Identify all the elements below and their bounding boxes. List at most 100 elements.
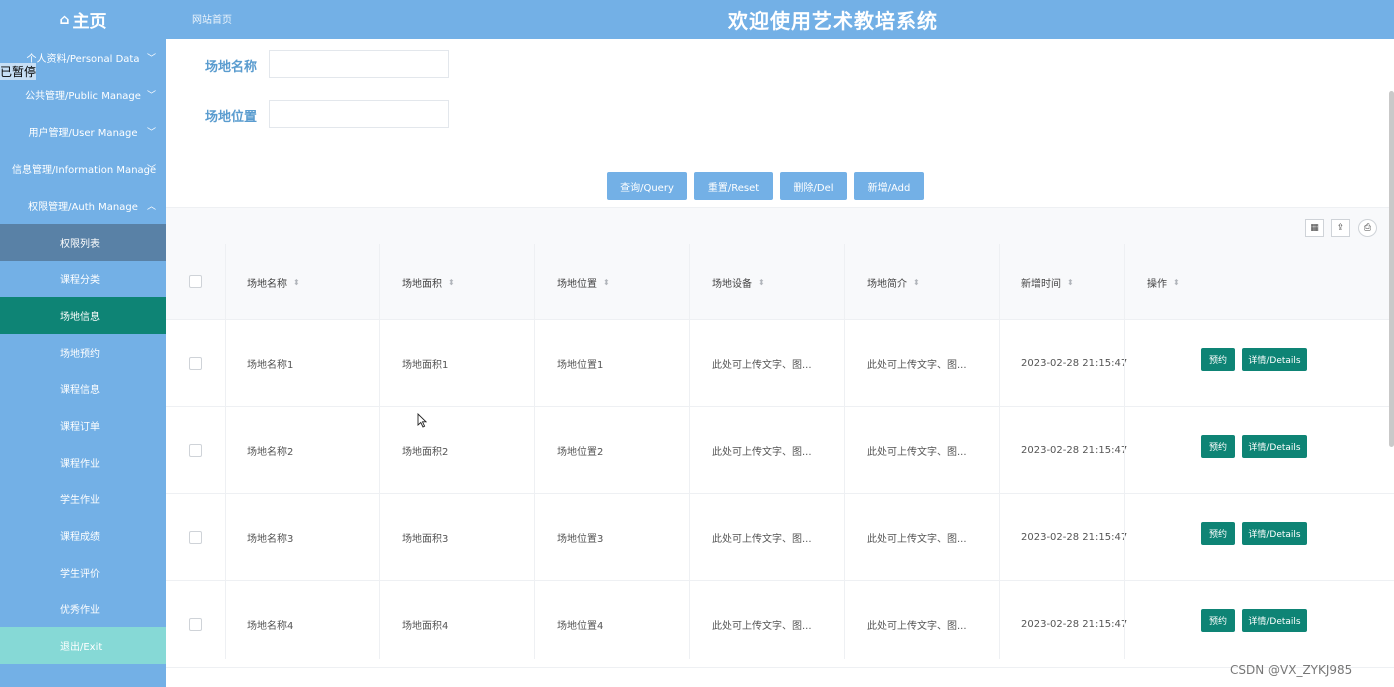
column-divider [689, 244, 690, 659]
sidebar-item-course-grades[interactable]: 课程成绩 [0, 517, 166, 554]
sidebar-group-label: 权限管理/Auth Manage [28, 202, 138, 213]
chevron-down-icon: ﹀ [146, 165, 156, 175]
sidebar-item-course-homework[interactable]: 课程作业 [0, 444, 166, 481]
chevron-down-icon: ﹀ [146, 91, 156, 101]
cell-area: 场地面积4 [402, 621, 449, 632]
venue-location-input[interactable] [269, 100, 449, 128]
sidebar-group-user-manage[interactable]: 用户管理/User Manage ﹀ [0, 113, 166, 150]
row-checkbox[interactable] [189, 531, 202, 544]
print-icon[interactable]: ⎙ [1358, 219, 1377, 237]
book-button[interactable]: 预约 [1201, 435, 1235, 458]
query-button[interactable]: 查询/Query [607, 172, 687, 200]
cell-intro: 此处可上传文字、图... [867, 360, 967, 371]
sidebar: 个人资料/Personal Data ﹀ 公共管理/Public Manage … [0, 39, 166, 687]
cell-equipment: 此处可上传文字、图... [712, 360, 812, 371]
sort-icon: ⬍ [913, 277, 920, 287]
sidebar-item-venue-info[interactable]: 场地信息 [0, 297, 166, 334]
cell-time: 2023-02-28 21:15:47 [1021, 445, 1128, 456]
cell-intro: 此处可上传文字、图... [867, 447, 967, 458]
sidebar-item-venue-booking[interactable]: 场地预约 [0, 334, 166, 371]
cell-location: 场地位置3 [557, 534, 604, 545]
add-button[interactable]: 新增/Add [854, 172, 924, 200]
mouse-cursor-icon [417, 413, 427, 428]
chevron-down-icon: ﹀ [146, 128, 156, 138]
cell-name: 场地名称3 [247, 534, 294, 545]
sidebar-group-label: 个人资料/Personal Data [26, 54, 140, 65]
sidebar-item-student-homework[interactable]: 学生作业 [0, 480, 166, 517]
venue-location-label: 场地位置 [205, 110, 258, 125]
row-checkbox[interactable] [189, 357, 202, 370]
book-button[interactable]: 预约 [1201, 522, 1235, 545]
sort-icon: ⬍ [448, 277, 455, 287]
sidebar-item-label: 优秀作业 [60, 605, 100, 616]
cell-name: 场地名称4 [247, 621, 294, 632]
vertical-scrollbar[interactable] [1389, 91, 1394, 447]
column-divider [379, 244, 380, 659]
sidebar-item-label: 场地预约 [60, 349, 100, 360]
column-header-actions[interactable]: 操作 ⬍ [1147, 244, 1180, 320]
home-link[interactable]: ⌂ 主页 [0, 0, 166, 39]
details-button[interactable]: 详情/Details [1242, 522, 1307, 545]
details-button[interactable]: 详情/Details [1242, 609, 1307, 632]
page-title: 欢迎使用艺术教培系统 [728, 9, 938, 33]
sidebar-item-excellent-homework[interactable]: 优秀作业 [0, 590, 166, 627]
sidebar-item-label: 退出/Exit [60, 642, 103, 653]
cell-name: 场地名称2 [247, 447, 294, 458]
row-checkbox[interactable] [189, 618, 202, 631]
table-header: 场地名称 ⬍ 场地面积 ⬍ 场地位置 ⬍ 场地设备 ⬍ 场地简介 ⬍ 新增时间 ⬍ 操作 ⬍ [166, 244, 1394, 320]
cell-area: 场地面积3 [402, 534, 449, 545]
main-content: 场地名称 场地位置 查询/Query 重置/Reset 删除/Del 新增/Ad… [166, 39, 1394, 687]
sidebar-item-label: 学生作业 [60, 495, 100, 506]
select-all-checkbox[interactable] [189, 275, 202, 288]
sidebar-group-information-manage[interactable]: 信息管理/Information Manage ﹀ [0, 150, 166, 187]
book-button[interactable]: 预约 [1201, 609, 1235, 632]
cell-location: 场地位置2 [557, 447, 604, 458]
sidebar-group-public-manage[interactable]: 公共管理/Public Manage ﹀ [0, 76, 166, 113]
column-header-time[interactable]: 新增时间 ⬍ [1021, 244, 1074, 320]
cell-time: 2023-02-28 21:15:47 [1021, 532, 1128, 543]
sidebar-item-exit[interactable]: 退出/Exit [0, 627, 166, 664]
column-header-equipment[interactable]: 场地设备 ⬍ [712, 244, 765, 320]
venue-name-input[interactable] [269, 50, 449, 78]
columns-filter-icon[interactable]: ▦ [1305, 219, 1324, 237]
chevron-down-icon: ﹀ [146, 54, 156, 64]
reset-button[interactable]: 重置/Reset [694, 172, 773, 200]
sidebar-item-label: 课程成绩 [60, 532, 100, 543]
chevron-up-icon: ︿ [146, 202, 156, 212]
column-header-area[interactable]: 场地面积 ⬍ [402, 244, 455, 320]
column-divider [225, 244, 226, 659]
sidebar-group-auth-manage[interactable]: 权限管理/Auth Manage ︿ [0, 187, 166, 224]
sidebar-item-permission-list[interactable]: 权限列表 [0, 224, 166, 261]
sidebar-group-label: 公共管理/Public Manage [25, 91, 141, 102]
sidebar-item-course-info[interactable]: 课程信息 [0, 370, 166, 407]
column-divider [999, 244, 1000, 659]
delete-button[interactable]: 删除/Del [780, 172, 847, 200]
column-header-name[interactable]: 场地名称 ⬍ [247, 244, 300, 320]
table-row: 场地名称3 场地面积3 场地位置3 此处可上传文字、图... 此处可上传文字、图… [166, 494, 1394, 581]
sidebar-item-label: 课程信息 [60, 385, 100, 396]
column-divider [844, 244, 845, 659]
home-label: 主页 [72, 12, 107, 32]
sidebar-item-course-category[interactable]: 课程分类 [0, 260, 166, 297]
column-header-intro[interactable]: 场地简介 ⬍ [867, 244, 920, 320]
sidebar-group-label: 用户管理/User Manage [28, 128, 138, 139]
sidebar-item-course-orders[interactable]: 课程订单 [0, 407, 166, 444]
sidebar-item-label: 场地信息 [60, 312, 100, 323]
sidebar-item-student-reviews[interactable]: 学生评价 [0, 554, 166, 591]
breadcrumb[interactable]: 网站首页 [192, 11, 232, 26]
cell-time: 2023-02-28 21:15:47 [1021, 358, 1128, 369]
details-button[interactable]: 详情/Details [1242, 435, 1307, 458]
export-icon[interactable]: ⇪ [1331, 219, 1350, 237]
table-row: 场地名称4 场地面积4 场地位置4 此处可上传文字、图... 此处可上传文字、图… [166, 581, 1394, 668]
book-button[interactable]: 预约 [1201, 348, 1235, 371]
sort-icon: ⬍ [1173, 277, 1180, 287]
sort-icon: ⬍ [293, 277, 300, 287]
table-row: 场地名称2 场地面积2 场地位置2 此处可上传文字、图... 此处可上传文字、图… [166, 407, 1394, 494]
table-row: 场地名称1 场地面积1 场地位置1 此处可上传文字、图... 此处可上传文字、图… [166, 320, 1394, 407]
cell-name: 场地名称1 [247, 360, 294, 371]
sort-icon: ⬍ [758, 277, 765, 287]
details-button[interactable]: 详情/Details [1242, 348, 1307, 371]
column-header-location[interactable]: 场地位置 ⬍ [557, 244, 610, 320]
row-checkbox[interactable] [189, 444, 202, 457]
sidebar-group-label: 信息管理/Information Manage [12, 165, 157, 176]
